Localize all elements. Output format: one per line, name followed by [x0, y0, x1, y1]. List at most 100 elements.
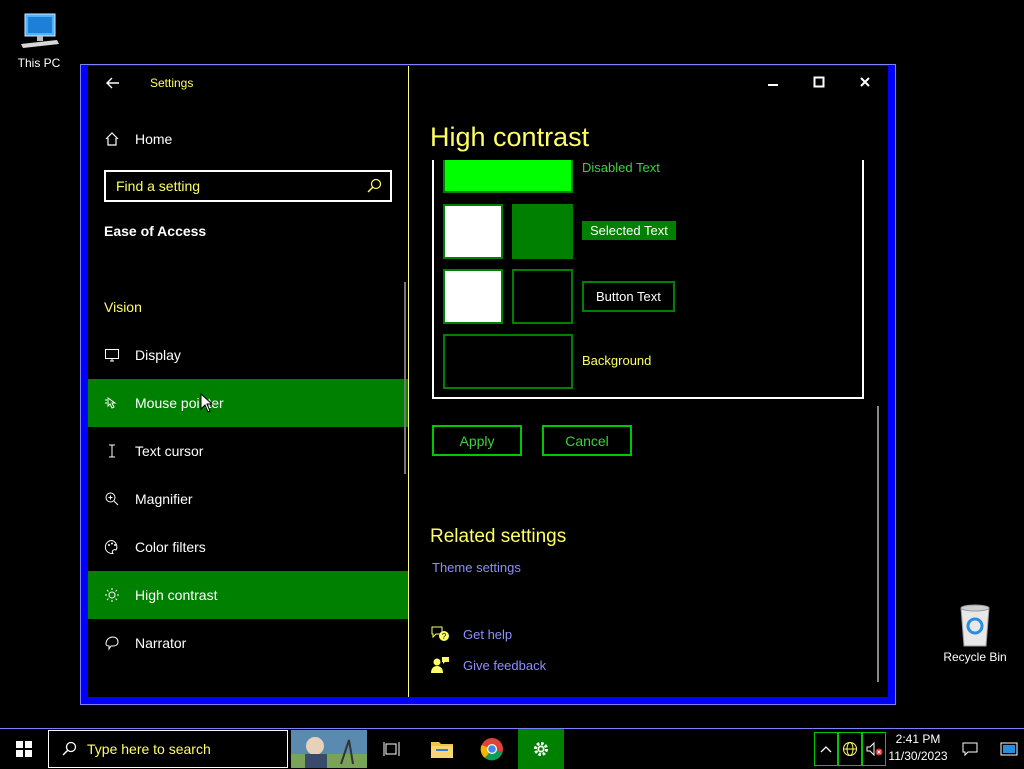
taskbar-search-placeholder: Type here to search	[87, 741, 211, 757]
nav-magnifier[interactable]: Magnifier	[88, 475, 408, 523]
taskbar: Type here to search 2:41 PM 11/30/2023	[0, 728, 1024, 769]
chrome-taskbar-button[interactable]	[470, 729, 514, 769]
clock-date: 11/30/2023	[888, 749, 948, 763]
get-help-label: Get help	[463, 626, 513, 642]
high-contrast-icon	[104, 587, 120, 603]
settings-window: Settings Home Ease of Access Vision	[80, 64, 896, 705]
task-view-button[interactable]	[370, 729, 414, 769]
mouse-cursor-icon	[200, 393, 214, 413]
mouse-pointer-icon	[104, 395, 120, 411]
network-tray-button[interactable]	[838, 732, 862, 766]
desktop-preview-icon	[1000, 742, 1018, 756]
nav-home[interactable]: Home	[88, 115, 408, 163]
taskbar-clock[interactable]: 2:41 PM 11/30/2023	[887, 731, 949, 765]
search-highlight-illustration-icon	[291, 730, 367, 768]
recycle-bin-icon	[960, 604, 990, 647]
give-feedback-label: Give feedback	[463, 657, 547, 673]
find-setting-search-box[interactable]	[104, 170, 392, 202]
selected-text-background-swatch[interactable]	[512, 204, 573, 259]
back-arrow-icon[interactable]	[104, 74, 122, 92]
svg-text:?: ?	[442, 632, 447, 641]
recycle-bin-desktop-icon[interactable]: Recycle Bin	[940, 602, 1010, 664]
nav-color-filters[interactable]: Color filters	[88, 523, 408, 571]
minimize-icon	[768, 84, 778, 86]
caption-buttons	[750, 66, 888, 98]
chrome-icon	[480, 738, 503, 761]
section-title-ease-of-access: Ease of Access	[104, 223, 207, 239]
this-pc-label: This PC	[17, 56, 61, 70]
chevron-up-icon	[820, 746, 832, 753]
nav-display-label: Display	[135, 347, 181, 363]
task-view-icon	[383, 742, 400, 756]
color-preview-panel: Disabled Text Selected Text Button Text …	[432, 160, 864, 399]
file-explorer-taskbar-button[interactable]	[420, 729, 464, 769]
disabled-text-color-swatch[interactable]	[443, 160, 573, 193]
get-help-link[interactable]: ? Get help	[430, 625, 512, 643]
page-title: High contrast	[430, 122, 590, 152]
notification-icon	[962, 742, 978, 757]
this-pc-desktop-icon[interactable]: This PC	[4, 10, 74, 70]
windows-logo-icon	[16, 741, 32, 757]
nav-scrollbar[interactable]	[404, 282, 406, 474]
settings-taskbar-button[interactable]	[518, 729, 564, 769]
nav-high-contrast[interactable]: High contrast	[88, 571, 408, 619]
notifications-button[interactable]	[954, 729, 986, 769]
button-text-sample: Button Text	[582, 281, 675, 312]
nav-text-cursor[interactable]: Text cursor	[88, 427, 408, 475]
text-cursor-icon	[104, 443, 120, 459]
volume-tray-button[interactable]	[862, 732, 886, 766]
display-icon	[104, 347, 120, 363]
search-icon	[62, 741, 77, 756]
clock-time: 2:41 PM	[895, 732, 941, 746]
nav-magnifier-label: Magnifier	[135, 491, 193, 507]
nav-narrator[interactable]: Narrator	[88, 619, 408, 667]
nav-display[interactable]: Display	[88, 331, 408, 379]
nav-mouse-pointer[interactable]: Mouse pointer	[88, 379, 408, 427]
color-filters-icon	[104, 539, 120, 555]
title-bar: Settings	[104, 74, 193, 92]
button-text-foreground-swatch[interactable]	[443, 269, 503, 324]
show-hidden-icons-button[interactable]	[814, 732, 838, 766]
search-icon[interactable]	[366, 178, 382, 194]
selected-text-foreground-swatch[interactable]	[443, 204, 503, 259]
network-globe-icon	[843, 742, 857, 756]
app-title: Settings	[150, 76, 194, 90]
start-button[interactable]	[0, 729, 48, 769]
taskbar-search-box[interactable]: Type here to search	[48, 730, 288, 768]
nav-text-cursor-label: Text cursor	[135, 443, 204, 459]
disabled-text-label: Disabled Text	[582, 160, 660, 175]
button-text-background-swatch[interactable]	[512, 269, 573, 324]
selected-text-sample: Selected Text	[582, 221, 676, 240]
get-help-icon: ?	[431, 626, 449, 641]
navigation-pane: Settings Home Ease of Access Vision	[88, 66, 408, 697]
maximize-icon	[813, 76, 825, 88]
content-pane: High contrast Disabled Text Selected Tex…	[409, 66, 888, 697]
gear-icon	[534, 742, 548, 756]
theme-settings-link[interactable]: Theme settings	[432, 560, 521, 575]
magnifier-icon	[104, 491, 120, 507]
minimize-button[interactable]	[750, 66, 796, 98]
folder-icon	[431, 742, 453, 758]
related-settings-heading: Related settings	[430, 526, 567, 547]
nav-color-filters-label: Color filters	[135, 539, 206, 555]
maximize-button[interactable]	[796, 66, 842, 98]
volume-muted-icon	[866, 741, 883, 757]
content-scrollbar[interactable]	[877, 406, 879, 682]
nav-home-label: Home	[135, 131, 173, 147]
nav-high-contrast-label: High contrast	[135, 587, 218, 603]
close-icon	[860, 77, 870, 87]
find-setting-input[interactable]	[106, 177, 366, 195]
group-title-vision: Vision	[104, 299, 142, 315]
computer-icon	[21, 13, 59, 48]
background-label: Background	[582, 353, 652, 368]
give-feedback-link[interactable]: Give feedback	[430, 656, 546, 674]
nav-narrator-label: Narrator	[135, 635, 187, 651]
close-button[interactable]	[842, 66, 888, 98]
window-client-area: Settings Home Ease of Access Vision	[88, 66, 888, 697]
search-highlights-image[interactable]	[290, 729, 368, 769]
apply-button[interactable]: Apply	[432, 425, 522, 456]
home-icon	[104, 131, 120, 147]
background-color-swatch[interactable]	[443, 334, 573, 389]
show-desktop-button[interactable]	[994, 729, 1024, 769]
cancel-button[interactable]: Cancel	[542, 425, 632, 456]
